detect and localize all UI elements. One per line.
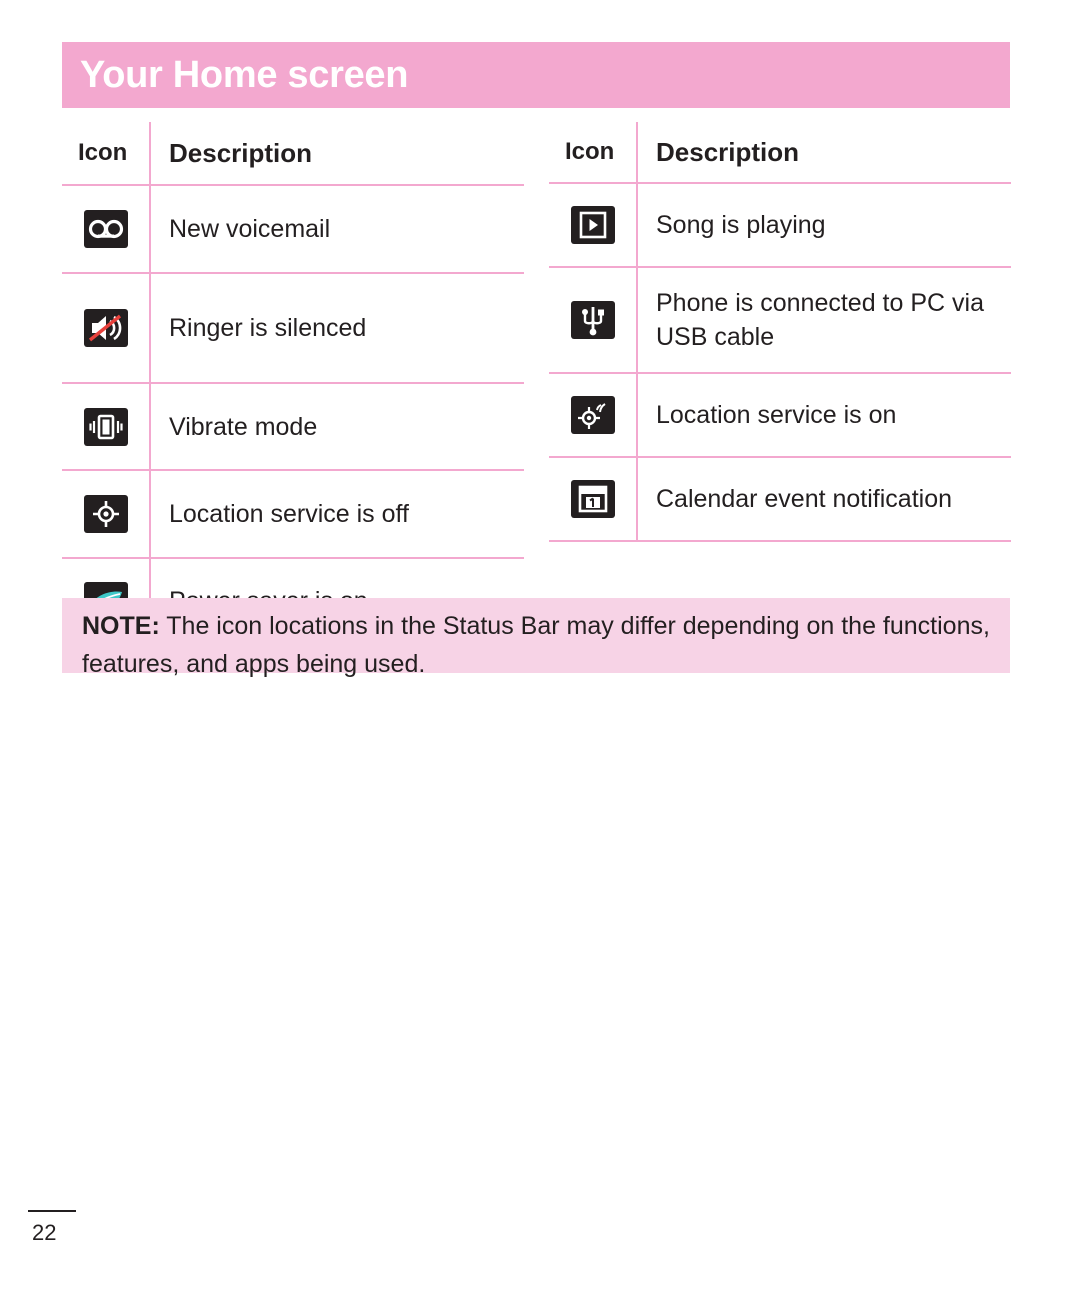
table-row: Song is playing	[549, 183, 1011, 268]
vibrate-mode-icon	[83, 407, 128, 446]
description-cell: Phone is connected to PC via USB cable	[637, 267, 1011, 374]
description-cell: Location service is on	[637, 373, 1011, 458]
icon-tables: Icon Description New voicemail Ringer is…	[62, 122, 1012, 647]
icon-cell-play	[549, 183, 638, 268]
column-header-icon: Icon	[62, 122, 151, 187]
icon-cell-location-on	[549, 373, 638, 458]
play-icon	[570, 206, 615, 244]
column-header-description: Description	[637, 122, 1011, 184]
table-header-row: Icon Description	[62, 122, 524, 187]
table-row: Vibrate mode	[62, 382, 524, 472]
description-cell: Location service is off	[150, 470, 524, 559]
table-row: Calendar event notification	[549, 457, 1011, 542]
icon-cell-usb	[549, 267, 638, 374]
table-row: Location service is on	[549, 373, 1011, 458]
page-number: 22	[32, 1220, 57, 1245]
manual-page: Your Home screen Icon Description New vo…	[0, 0, 1080, 1296]
description-cell: Vibrate mode	[150, 382, 524, 472]
note-body: The icon locations in the Status Bar may…	[82, 612, 990, 678]
page-title: Your Home screen	[80, 54, 409, 96]
icon-table-left: Icon Description New voicemail Ringer is…	[62, 122, 524, 647]
note-text: NOTE: The icon locations in the Status B…	[82, 607, 992, 683]
note-label: NOTE:	[82, 612, 160, 640]
icon-table-right: Icon Description Song is playing Phone i…	[549, 122, 1011, 646]
column-header-description: Description	[150, 122, 524, 187]
table-row: Ringer is silenced	[62, 272, 524, 384]
location-off-icon	[83, 494, 128, 533]
footer-divider	[28, 1210, 76, 1212]
icon-cell-vibrate	[62, 382, 151, 472]
description-cell: Song is playing	[637, 183, 1011, 268]
icon-cell-location-off	[62, 470, 151, 559]
description-cell: Calendar event notification	[637, 457, 1011, 542]
description-cell: New voicemail	[150, 185, 524, 274]
ringer-silenced-icon	[83, 308, 128, 347]
calendar-icon	[570, 480, 615, 518]
icon-cell-ringer-silenced	[62, 272, 151, 384]
table-row: New voicemail	[62, 185, 524, 274]
description-cell: Ringer is silenced	[150, 272, 524, 384]
location-on-icon	[570, 396, 615, 434]
table-header-row: Icon Description	[549, 122, 1011, 184]
usb-icon	[570, 301, 615, 339]
table-row: Location service is off	[62, 470, 524, 559]
icon-cell-calendar	[549, 457, 638, 542]
table-row: Phone is connected to PC via USB cable	[549, 267, 1011, 374]
voicemail-icon	[83, 210, 128, 249]
icon-cell-voicemail	[62, 185, 151, 274]
column-header-icon: Icon	[549, 122, 638, 184]
